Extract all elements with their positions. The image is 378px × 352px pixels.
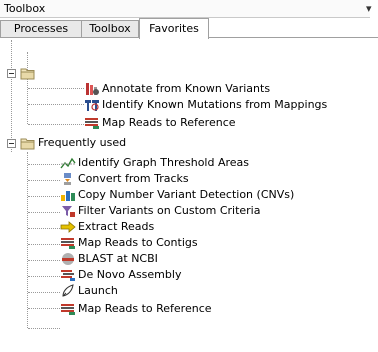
tree-connector bbox=[27, 152, 28, 328]
tree-connector bbox=[11, 40, 12, 152]
tree-connector bbox=[28, 292, 60, 293]
tree-item[interactable]: Map Reads to Contigs bbox=[60, 235, 198, 251]
tree-item[interactable]: Identify Graph Threshold Areas bbox=[60, 155, 249, 171]
tree-connector bbox=[28, 180, 60, 181]
folder-icon bbox=[20, 138, 35, 150]
tree-connector bbox=[28, 104, 84, 105]
tab-favorites[interactable]: Favorites bbox=[139, 18, 209, 39]
tree-connector bbox=[28, 260, 60, 261]
map-reads-icon bbox=[85, 118, 99, 129]
tree-item[interactable]: Identify Known Mutations from Mappings bbox=[84, 97, 327, 113]
launch-icon bbox=[62, 284, 74, 297]
tree-item-label: Map Reads to Reference bbox=[102, 116, 236, 129]
cnv-detection-icon bbox=[61, 191, 75, 201]
tree-item[interactable]: Filter Variants on Custom Criteria bbox=[60, 203, 260, 219]
tree-item-label: Annotate from Known Variants bbox=[102, 82, 271, 95]
tree-item[interactable]: Annotate from Known Variants bbox=[84, 81, 270, 97]
tree-connector bbox=[28, 212, 60, 213]
tree-connector bbox=[28, 196, 60, 197]
tree-connector bbox=[28, 244, 60, 245]
map-reads-icon bbox=[61, 238, 75, 249]
tree-item[interactable]: Copy Number Variant Detection (CNVs) bbox=[60, 187, 294, 203]
tree-connector bbox=[28, 228, 60, 229]
tree-connector bbox=[28, 164, 60, 165]
tab-processes[interactable]: Processes bbox=[0, 20, 82, 37]
tree-item-label: Extract Reads bbox=[78, 220, 155, 233]
annotate-variants-icon bbox=[86, 83, 99, 95]
toolbox-panel: Toolbox ▾ Processes Toolbox Favorites An… bbox=[0, 0, 378, 352]
tree-item[interactable]: Map Reads to Reference bbox=[84, 115, 236, 131]
folder-icon bbox=[20, 68, 35, 80]
extract-reads-icon bbox=[60, 221, 76, 233]
tab-bar: Processes Toolbox Favorites bbox=[0, 18, 378, 39]
tree-item[interactable]: Map Reads to Reference bbox=[60, 301, 212, 317]
blast-icon bbox=[62, 253, 74, 265]
tree-item[interactable]: BLAST at NCBI bbox=[60, 251, 158, 267]
panel-title: Toolbox bbox=[4, 2, 46, 15]
tree-item-label: Identify Known Mutations from Mappings bbox=[102, 98, 328, 111]
panel-menu-icon[interactable]: ▾ bbox=[366, 3, 372, 14]
tree-connector bbox=[28, 276, 60, 277]
panel-titlebar: Toolbox ▾ bbox=[0, 0, 372, 18]
de-novo-icon bbox=[61, 270, 75, 281]
folder-label: Frequently used bbox=[38, 136, 127, 149]
tree-item-label: Map Reads to Reference bbox=[78, 302, 212, 315]
tree-folder-frequently-used[interactable]: Frequently used bbox=[20, 135, 126, 151]
tab-toolbox[interactable]: Toolbox bbox=[81, 20, 139, 37]
tree-item-label: Map Reads to Contigs bbox=[78, 236, 198, 249]
tree-item[interactable]: De Novo Assembly bbox=[60, 267, 181, 283]
tree-item-label: Copy Number Variant Detection (CNVs) bbox=[78, 188, 295, 201]
collapse-toggle[interactable] bbox=[7, 69, 16, 78]
tree-connector bbox=[28, 328, 60, 329]
tree-connector bbox=[28, 124, 84, 125]
convert-tracks-icon bbox=[64, 173, 71, 185]
tree-connector bbox=[28, 88, 84, 89]
tree-item-label: Filter Variants on Custom Criteria bbox=[78, 204, 261, 217]
tree-item[interactable]: Launch bbox=[60, 283, 118, 299]
tree-connector bbox=[28, 308, 60, 309]
tree-item-label: Launch bbox=[78, 284, 118, 297]
tree-item[interactable]: Extract Reads bbox=[60, 219, 154, 235]
tree-folder-favorites[interactable] bbox=[20, 65, 38, 81]
tree-item-label: Identify Graph Threshold Areas bbox=[78, 156, 250, 169]
filter-variants-icon bbox=[62, 206, 75, 217]
tree-item[interactable]: Convert from Tracks bbox=[60, 171, 189, 187]
tree-item-label: Convert from Tracks bbox=[78, 172, 189, 185]
favorites-tree: Annotate from Known Variants Identify Kn… bbox=[0, 40, 378, 350]
tree-item-label: De Novo Assembly bbox=[78, 268, 182, 281]
map-reads-icon bbox=[61, 304, 75, 315]
tree-item-label: BLAST at NCBI bbox=[78, 252, 158, 265]
graph-threshold-icon bbox=[60, 157, 76, 169]
identify-mutations-icon bbox=[85, 100, 99, 111]
collapse-toggle[interactable] bbox=[7, 139, 16, 148]
